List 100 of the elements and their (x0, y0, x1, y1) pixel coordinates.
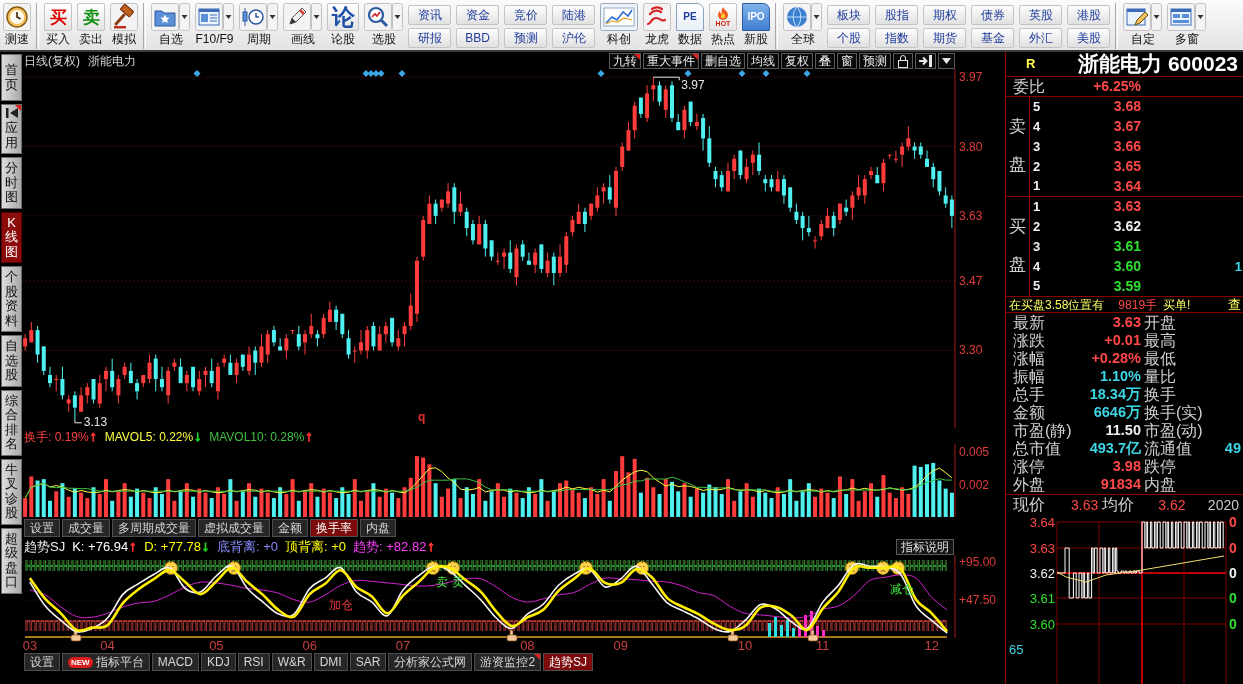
indicator-tab[interactable]: MACD (151, 653, 199, 671)
sidebar-tab[interactable]: 综合排名 (1, 389, 22, 456)
toolbar-text-button[interactable]: 沪伦 (552, 28, 595, 48)
toolbar-text-button[interactable]: 基金 (971, 28, 1014, 48)
toolbar-text-button[interactable]: 期权 (923, 5, 966, 25)
sidebar-tab[interactable]: 超级盘口 (1, 527, 22, 594)
toolbar-button[interactable]: 自选 (150, 2, 191, 46)
expand-button[interactable] (915, 52, 936, 69)
more-button[interactable] (938, 52, 955, 69)
toolbar-button[interactable]: PE 数据 (675, 2, 705, 46)
chart-tool-button[interactable]: 九转 (609, 52, 641, 69)
sidebar-tab[interactable]: 个股资料 (1, 266, 22, 332)
candlestick (470, 219, 475, 245)
toolbar-text-button[interactable]: 美股 (1067, 28, 1110, 48)
toolbar-button[interactable]: 模拟 (109, 2, 139, 46)
indicator-tab[interactable]: 设置 (24, 519, 60, 537)
toolbar-button[interactable]: 科创 (599, 2, 639, 46)
diamond-marker-icon[interactable] (193, 70, 201, 77)
toolbar-text-button[interactable]: 竞价 (504, 5, 547, 25)
indicator-tab[interactable]: DMI (313, 653, 348, 671)
toolbar-text-button[interactable]: 股指 (875, 5, 918, 25)
bar (893, 498, 898, 517)
candlestick (719, 170, 724, 192)
indicator-tab[interactable]: 分析家公式网 (388, 653, 473, 671)
indicator-tab[interactable]: NEW 指标平台 (62, 653, 150, 671)
toolbar-text-button[interactable]: 板块 (827, 5, 870, 25)
candlestick (383, 321, 388, 343)
toolbar-button[interactable]: 周期 (238, 2, 279, 46)
toolbar-button[interactable]: 龙虎 (642, 2, 672, 46)
bar (750, 496, 755, 517)
toolbar-text-button[interactable]: 资金 (456, 5, 499, 25)
sidebar-tab[interactable]: 分时图 (1, 157, 22, 209)
toolbar-text-button[interactable]: 个股 (827, 28, 870, 48)
indicator-tab[interactable]: 金额 (272, 519, 308, 537)
bar (813, 496, 818, 517)
indicator-tab[interactable]: 游资监控2 (474, 653, 542, 671)
chart-tool-button[interactable]: 删自选 (701, 52, 745, 69)
price-value: 3.64 (1112, 176, 1141, 196)
diamond-marker-icon[interactable] (372, 70, 380, 77)
indicator-tab[interactable]: 多周期成交量 (112, 519, 196, 537)
toolbar-text-button[interactable]: 期货 (923, 28, 966, 48)
chart-tool-button[interactable]: 重大事件 (643, 52, 699, 69)
candlestick (663, 84, 668, 119)
toolbar-button[interactable]: 卖 卖出 (76, 2, 106, 46)
toolbar-button[interactable]: 多窗 (1166, 2, 1207, 46)
toolbar-button[interactable]: 论 论股 (326, 2, 360, 46)
toolbar-text-button[interactable]: 陆港 (552, 5, 595, 25)
diamond-marker-icon[interactable] (377, 70, 385, 77)
diamond-marker-icon[interactable] (398, 70, 406, 77)
toolbar-button[interactable]: 画线 (282, 2, 323, 46)
toolbar-button[interactable]: 选股 (363, 2, 404, 46)
toolbar-text-button[interactable]: BBD (456, 28, 499, 48)
chart-tool-button[interactable]: 预测 (859, 52, 891, 69)
toolbar-button[interactable]: 买 买入 (43, 2, 73, 46)
indicator-tab[interactable]: SAR (349, 653, 387, 671)
toolbar-text-button[interactable]: 指数 (875, 28, 918, 48)
indicator-tab[interactable]: 内盘 (360, 519, 396, 537)
sidebar-tab[interactable]: 应用 (1, 104, 22, 154)
indicator-tab[interactable]: 趋势SJ (543, 653, 594, 671)
chart-tool-button[interactable]: 窗 (837, 52, 857, 69)
month-label: 12 (924, 638, 939, 652)
candlestick (228, 354, 233, 376)
sidebar-tab[interactable]: 自选股 (1, 335, 22, 387)
toolbar-button[interactable]: F10/F9 (194, 2, 235, 46)
toolbar-button[interactable]: 全球 (782, 2, 823, 46)
toolbar-button[interactable]: IPO 新股 (741, 2, 771, 46)
arrow-to-bar-icon (919, 54, 932, 67)
toolbar-text-button[interactable]: 研报 (408, 28, 451, 48)
candlestick (408, 292, 413, 331)
indicator-tab[interactable]: 成交量 (62, 519, 110, 537)
bar (831, 498, 836, 517)
candlestick (800, 211, 805, 241)
sidebar-tab[interactable]: 牛叉诊股 (1, 458, 22, 525)
toolbar-text-button[interactable]: 预测 (504, 28, 547, 48)
chart-tool-button[interactable]: 复权 (781, 52, 813, 69)
diamond-marker-icon[interactable] (362, 70, 370, 77)
toolbar-text-button[interactable]: 英股 (1019, 5, 1062, 25)
diamond-marker-icon[interactable] (367, 70, 375, 77)
bar (414, 456, 419, 517)
indicator-tab[interactable]: W&R (271, 653, 312, 671)
lock-button[interactable] (893, 52, 913, 69)
toolbar-text-button[interactable]: 外汇 (1019, 28, 1062, 48)
indicator-tab[interactable]: 换手率 (310, 519, 358, 537)
notice-link[interactable]: 查 (1228, 294, 1241, 315)
toolbar-button[interactable]: 自定 (1122, 2, 1163, 46)
diamond-marker-icon[interactable] (597, 70, 605, 77)
indicator-tab[interactable]: 设置 (24, 653, 60, 671)
toolbar-text-button[interactable]: 资讯 (408, 5, 451, 25)
candlestick (197, 370, 202, 396)
sidebar-tab[interactable]: K线图 (1, 211, 22, 263)
indicator-tab[interactable]: RSI (237, 653, 270, 671)
sidebar-tab[interactable]: 首页 (1, 54, 22, 101)
toolbar-button[interactable]: 测速 (2, 2, 32, 46)
toolbar-text-button[interactable]: 债券 (971, 5, 1014, 25)
indicator-tab[interactable]: KDJ (201, 653, 236, 671)
chart-tool-button[interactable]: 均线 (747, 52, 779, 69)
chart-tool-button[interactable]: 叠 (815, 52, 835, 69)
indicator-tab[interactable]: 虚拟成交量 (198, 519, 270, 537)
indicator-help-button[interactable]: 指标说明 (896, 538, 954, 555)
toolbar-text-button[interactable]: 港股 (1067, 5, 1110, 25)
